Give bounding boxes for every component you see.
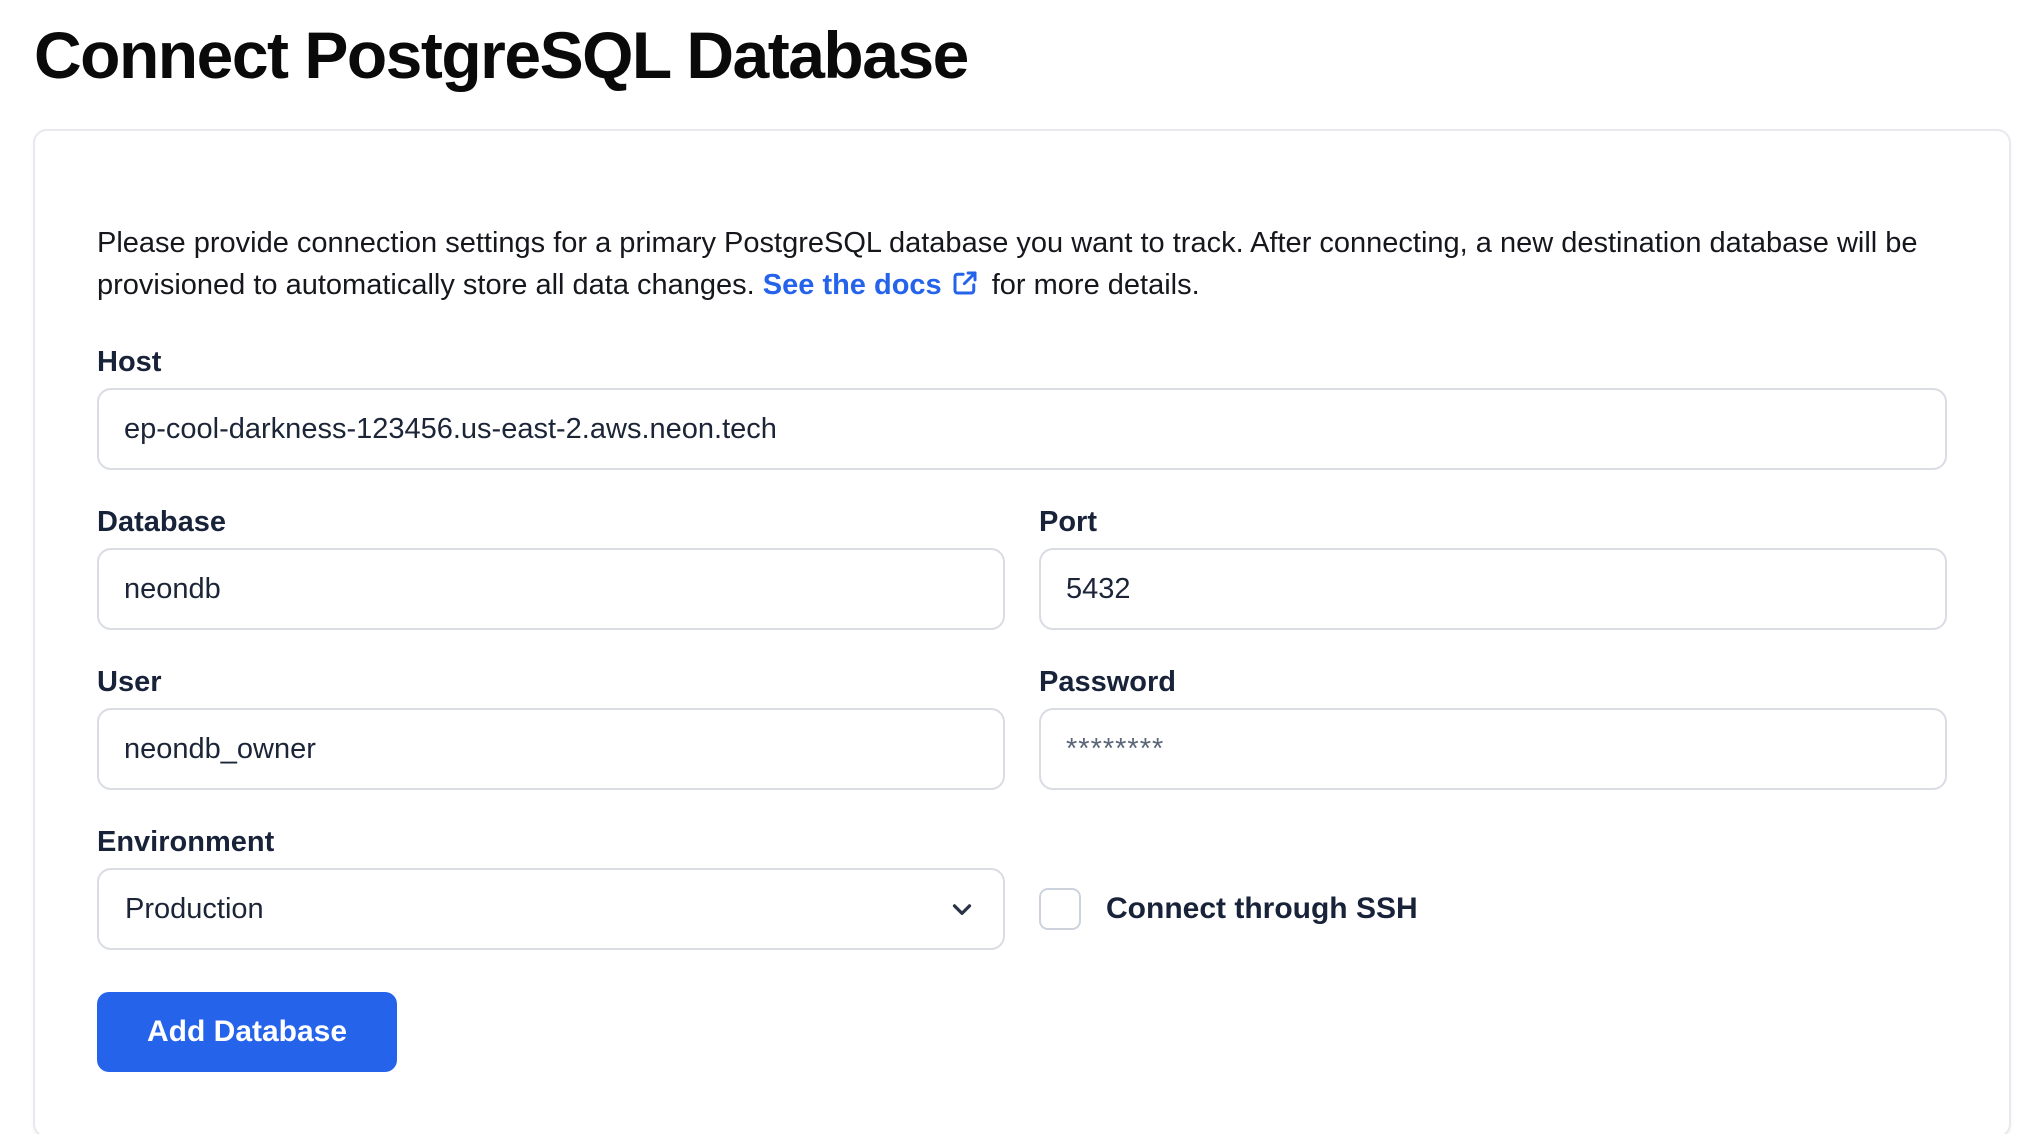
description-text: Please provide connection settings for a… xyxy=(97,222,1947,310)
port-label: Port xyxy=(1039,506,1947,539)
description-after-link: for more details. xyxy=(984,269,1200,301)
ssh-checkbox[interactable] xyxy=(1039,888,1081,930)
database-field-group: Database xyxy=(97,506,1005,630)
host-input[interactable] xyxy=(97,388,1947,470)
port-field-group: Port xyxy=(1039,506,1947,630)
password-field-group: Password xyxy=(1039,666,1947,790)
password-input[interactable] xyxy=(1039,708,1947,790)
host-label: Host xyxy=(97,346,1947,379)
ssh-option-cell: Connect through SSH xyxy=(1039,790,1947,950)
environment-selected-value: Production xyxy=(125,893,264,926)
chevron-down-icon xyxy=(947,894,977,924)
user-label: User xyxy=(97,666,1005,699)
page-title: Connect PostgreSQL Database xyxy=(34,18,2044,92)
external-link-icon xyxy=(950,268,980,310)
user-field-group: User xyxy=(97,666,1005,790)
database-label: Database xyxy=(97,506,1005,539)
see-the-docs-link-text: See the docs xyxy=(763,269,942,301)
environment-select[interactable]: Production xyxy=(97,868,1005,950)
port-input[interactable] xyxy=(1039,548,1947,630)
host-field-group: Host xyxy=(97,346,1947,470)
database-input[interactable] xyxy=(97,548,1005,630)
ssh-checkbox-label[interactable]: Connect through SSH xyxy=(1106,892,1418,926)
environment-field-group: Environment Production xyxy=(97,826,1005,950)
add-database-button[interactable]: Add Database xyxy=(97,992,397,1072)
user-input[interactable] xyxy=(97,708,1005,790)
ssh-option-row: Connect through SSH xyxy=(1039,868,1947,950)
password-label: Password xyxy=(1039,666,1947,699)
environment-label: Environment xyxy=(97,826,1005,859)
connection-form-card: Please provide connection settings for a… xyxy=(33,129,2011,1134)
see-the-docs-link[interactable]: See the docs xyxy=(763,269,984,301)
